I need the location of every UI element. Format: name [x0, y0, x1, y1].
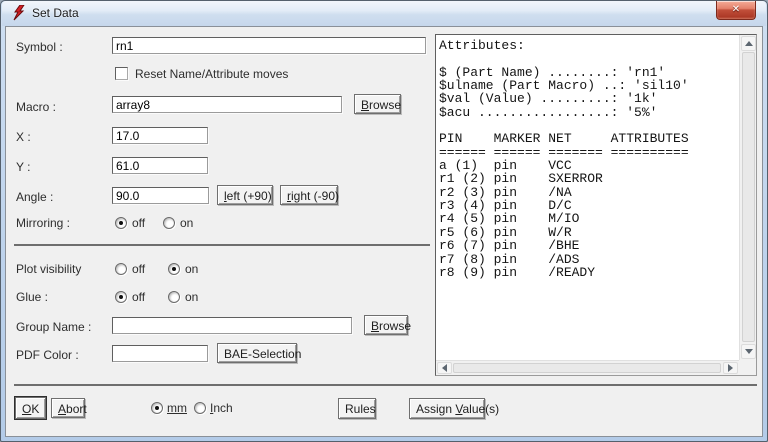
units-inch-label: Inch: [210, 401, 233, 415]
plot-visibility-label: Plot visibility: [16, 262, 81, 276]
glue-label: Glue :: [16, 290, 48, 304]
y-input[interactable]: [112, 157, 208, 174]
y-label: Y :: [16, 160, 30, 174]
glue-on-radio[interactable]: [168, 291, 180, 303]
scroll-up-button[interactable]: [741, 36, 756, 51]
scrollbar-corner: [739, 360, 756, 375]
macro-input[interactable]: [112, 96, 342, 113]
macro-browse-button[interactable]: Browse: [354, 94, 401, 114]
plot-visibility-off-label: off: [132, 262, 145, 276]
mirroring-on-radio[interactable]: [163, 217, 175, 229]
label-part: eft (+90): [227, 189, 272, 203]
plot-visibility-on-radio[interactable]: [168, 263, 180, 275]
macro-label: Macro :: [16, 100, 56, 114]
label-part: rowse: [369, 98, 401, 112]
rotate-right-button[interactable]: right (-90): [280, 185, 338, 205]
rotate-left-button[interactable]: left (+90): [217, 185, 273, 205]
close-button[interactable]: ✕: [716, 1, 756, 20]
label-part: B: [371, 319, 379, 333]
close-icon: ✕: [732, 5, 740, 15]
glue-off-radio[interactable]: [115, 291, 127, 303]
glue-on-label: on: [185, 290, 198, 304]
assign-values-button[interactable]: Assign Value(s): [409, 398, 485, 419]
label-part: alue(s): [462, 402, 499, 416]
group-name-browse-button[interactable]: Browse: [364, 315, 408, 335]
angle-input[interactable]: [112, 187, 209, 204]
horizontal-scroll-thumb[interactable]: [453, 363, 721, 373]
x-label: X :: [16, 130, 31, 144]
mirroring-off-radio[interactable]: [115, 217, 127, 229]
mirroring-on-label: on: [180, 216, 193, 230]
angle-label: Angle :: [16, 190, 53, 204]
arrow-down-icon: [745, 349, 753, 354]
set-data-dialog: Set Data ✕ Symbol : Reset Name/Attribute…: [0, 0, 768, 442]
bae-selection-button[interactable]: BAE-Selection: [217, 343, 297, 363]
plot-visibility-on-label: on: [185, 262, 198, 276]
reset-name-attribute-label: Reset Name/Attribute moves: [135, 67, 288, 81]
scroll-down-button[interactable]: [741, 344, 756, 359]
scroll-left-button[interactable]: [437, 362, 452, 374]
label-part: bort: [66, 402, 87, 416]
x-input[interactable]: [112, 127, 208, 144]
glue-off-label: off: [132, 290, 145, 304]
arrow-right-icon: [728, 364, 733, 372]
dialog-body: Symbol : Reset Name/Attribute moves Macr…: [5, 26, 763, 437]
vertical-scroll-thumb[interactable]: [742, 52, 755, 342]
window-title: Set Data: [32, 6, 79, 20]
label-part: O: [22, 402, 31, 416]
rules-button[interactable]: Rules: [338, 398, 376, 419]
pdf-color-input[interactable]: [112, 345, 208, 362]
mirroring-off-label: off: [132, 216, 145, 230]
label-part: rowse: [379, 319, 411, 333]
label-part: ight (-90): [291, 189, 339, 203]
ok-button[interactable]: OK: [15, 397, 46, 419]
reset-name-attribute-checkbox[interactable]: [115, 67, 128, 80]
label-part: nch: [213, 401, 232, 415]
scroll-right-button[interactable]: [723, 362, 738, 374]
horizontal-scrollbar[interactable]: [436, 360, 739, 375]
mirroring-label: Mirroring :: [16, 216, 70, 230]
group-name-label: Group Name :: [16, 320, 91, 334]
app-icon: [11, 5, 27, 21]
middle-separator: [14, 244, 430, 246]
attributes-panel: Attributes: $ (Part Name) ........: 'rn1…: [435, 34, 757, 376]
group-name-input[interactable]: [112, 317, 352, 334]
label-part: Assign: [416, 402, 455, 416]
arrow-up-icon: [745, 41, 753, 46]
label-part: A: [58, 402, 66, 416]
plot-visibility-off-radio[interactable]: [115, 263, 127, 275]
abort-button[interactable]: Abort: [51, 398, 85, 418]
pdf-color-label: PDF Color :: [16, 348, 79, 362]
footer-separator: [14, 384, 757, 386]
vertical-scrollbar[interactable]: [739, 35, 756, 360]
units-mm-radio[interactable]: [151, 402, 163, 414]
label-part: K: [31, 402, 39, 416]
arrow-left-icon: [442, 364, 447, 372]
title-bar[interactable]: Set Data ✕: [2, 1, 766, 26]
label-part: B: [361, 98, 369, 112]
attributes-text: Attributes: $ (Part Name) ........: 'rn1…: [439, 39, 689, 279]
units-mm-label: mm: [167, 401, 187, 415]
symbol-input[interactable]: [112, 37, 426, 54]
symbol-label: Symbol :: [16, 40, 63, 54]
units-inch-radio[interactable]: [194, 402, 206, 414]
